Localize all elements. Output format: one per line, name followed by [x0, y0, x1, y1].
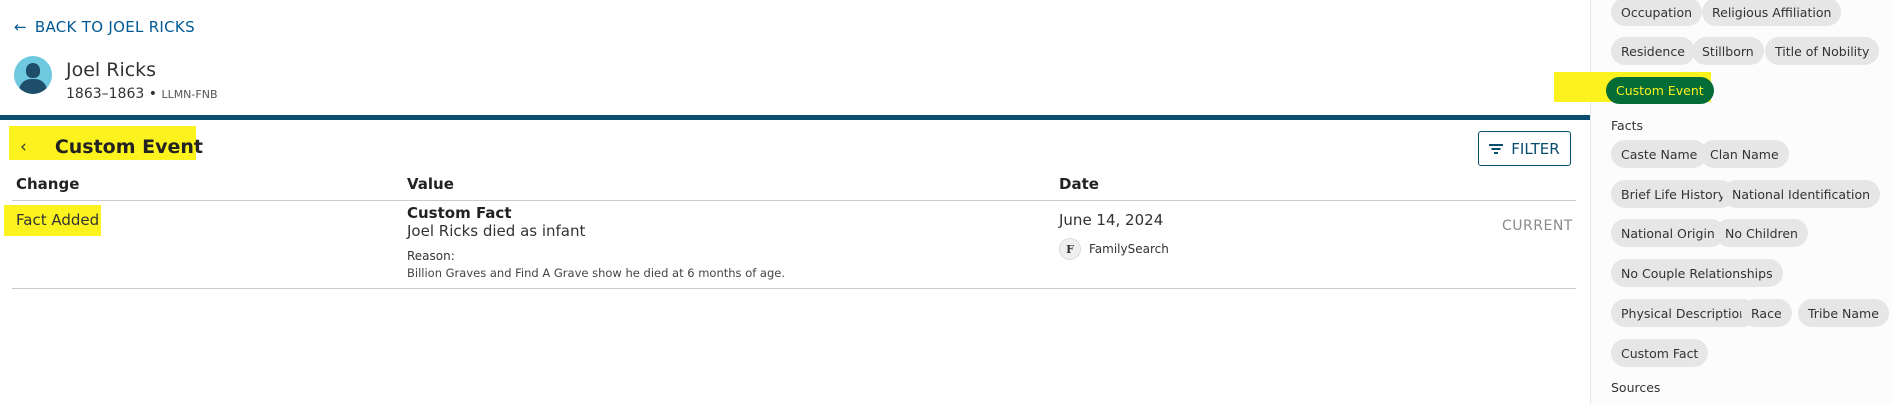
filter-icon	[1489, 143, 1504, 154]
filter-button-label: FILTER	[1511, 139, 1560, 158]
chip-tribe-name[interactable]: Tribe Name	[1798, 299, 1889, 327]
contributor[interactable]: F FamilySearch	[1059, 238, 1169, 260]
person-id: LLMN-FNB	[161, 88, 218, 101]
person-name: Joel Ricks	[66, 59, 157, 81]
chip-caste-name[interactable]: Caste Name	[1611, 140, 1708, 168]
chip-clan-name[interactable]: Clan Name	[1700, 140, 1789, 168]
chip-stillborn[interactable]: Stillborn	[1692, 37, 1764, 65]
chip-title-of-nobility[interactable]: Title of Nobility	[1765, 37, 1880, 65]
column-header-change: Change	[16, 175, 80, 193]
person-header: Joel Ricks 1863–1863 • LLMN-FNB	[14, 56, 218, 102]
section-title: Custom Event	[54, 136, 203, 158]
change-type: Fact Added	[16, 211, 100, 229]
person-meta: 1863–1863 • LLMN-FNB	[66, 86, 218, 102]
status-badge: CURRENT	[1502, 218, 1573, 234]
back-link-label: BACK TO JOEL RICKS	[34, 18, 195, 36]
sources-section-label: Sources	[1611, 380, 1661, 395]
chip-custom-event-active[interactable]: Custom Event	[1606, 77, 1714, 104]
change-date: June 14, 2024	[1059, 211, 1164, 229]
meta-separator: •	[148, 86, 157, 102]
column-header-value: Value	[407, 175, 454, 193]
chip-occupation[interactable]: Occupation	[1611, 0, 1703, 26]
chip-race[interactable]: Race	[1741, 299, 1792, 327]
arrow-left-icon: ←	[14, 18, 27, 36]
chip-no-children[interactable]: No Children	[1715, 219, 1808, 247]
familysearch-icon: F	[1059, 238, 1081, 260]
chevron-left-icon[interactable]: ‹	[20, 137, 27, 157]
avatar	[14, 56, 52, 94]
facts-section-label: Facts	[1611, 118, 1643, 133]
chip-national-identification[interactable]: National Identification	[1722, 180, 1881, 208]
change-log-page: ← BACK TO JOEL RICKS Joel Ricks 1863–186…	[0, 0, 1892, 404]
reason-text: Billion Graves and Find A Grave show he …	[407, 266, 786, 280]
header-divider-bar	[0, 115, 1590, 120]
chip-physical-description[interactable]: Physical Description	[1611, 299, 1758, 327]
chip-national-origin[interactable]: National Origin	[1611, 219, 1725, 247]
back-to-person-link[interactable]: ← BACK TO JOEL RICKS	[14, 18, 195, 36]
table-header-divider	[12, 200, 1576, 201]
contributor-name: FamilySearch	[1089, 242, 1169, 256]
column-header-date: Date	[1059, 175, 1099, 193]
main-content: ← BACK TO JOEL RICKS Joel Ricks 1863–186…	[0, 0, 1590, 404]
chip-custom-fact[interactable]: Custom Fact	[1611, 339, 1709, 367]
reason-label: Reason:	[407, 249, 455, 263]
section-header: ‹ Custom Event	[20, 136, 203, 158]
person-info: Joel Ricks 1863–1863 • LLMN-FNB	[66, 56, 218, 102]
value-text: Joel Ricks died as infant	[407, 222, 586, 240]
chip-religious-affiliation[interactable]: Religious Affiliation	[1702, 0, 1842, 26]
table-row-divider	[12, 288, 1576, 289]
person-lifespan: 1863–1863	[66, 86, 145, 102]
value-title: Custom Fact	[407, 204, 512, 222]
filter-button[interactable]: FILTER	[1478, 131, 1571, 166]
chip-residence[interactable]: Residence	[1611, 37, 1695, 65]
chip-no-couple-relationships[interactable]: No Couple Relationships	[1611, 259, 1783, 287]
chip-brief-life-history[interactable]: Brief Life History	[1611, 180, 1736, 208]
